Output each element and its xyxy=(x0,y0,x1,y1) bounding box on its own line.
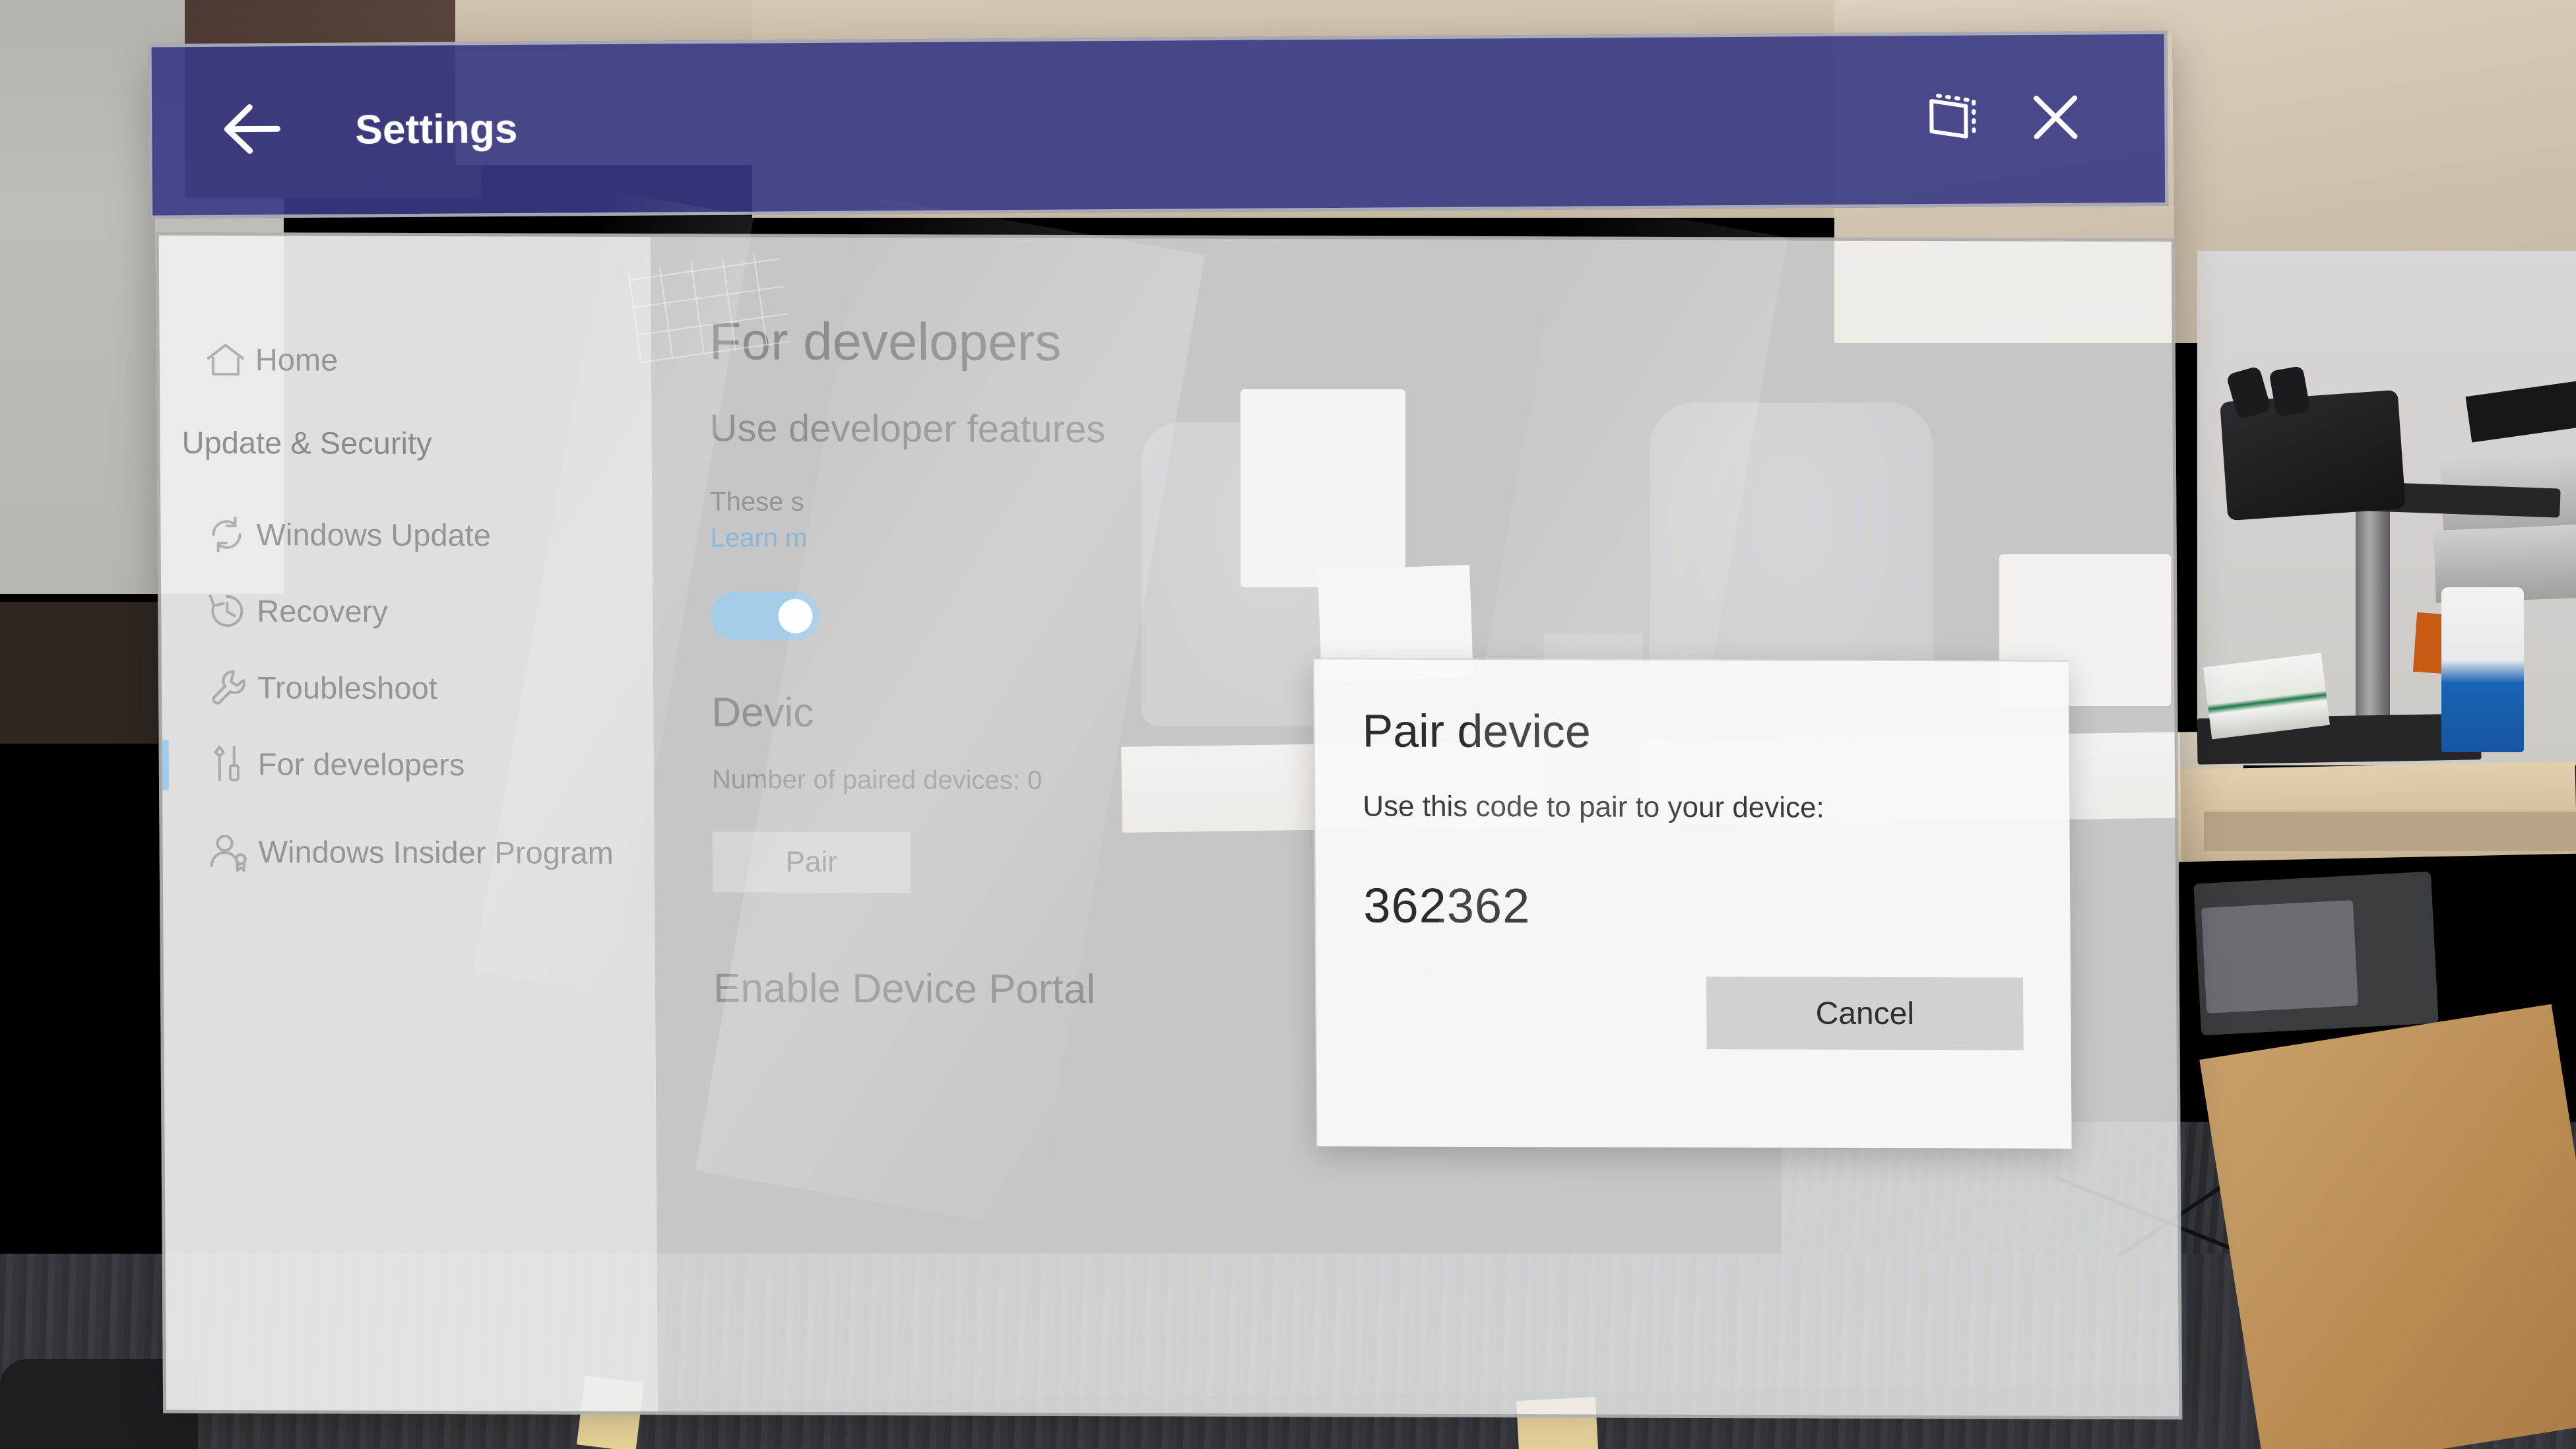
settings-body-panel: Home Update & Security Windows Update Re… xyxy=(155,232,2183,1420)
pair-device-dialog: Pair device Use this code to pair to you… xyxy=(1312,658,2072,1149)
settings-window: Settings Home Update & Security Windows … xyxy=(148,26,2183,1420)
page-title: For developers xyxy=(709,311,1062,372)
dialog-title: Pair device xyxy=(1362,705,1592,757)
pairing-code: 362362 xyxy=(1363,878,1531,934)
sidebar-item-for-developers[interactable]: For developers xyxy=(158,726,654,804)
sidebar-navigation: Home Update & Security Windows Update Re… xyxy=(158,235,659,1412)
toggle-knob xyxy=(778,598,813,633)
sync-icon xyxy=(197,513,256,556)
dialog-actions: Cancel xyxy=(1364,975,2024,1050)
learn-more-link[interactable]: Learn m xyxy=(710,523,2173,558)
main-content: For developers Use developer features Th… xyxy=(651,237,2179,1416)
wrench-icon xyxy=(198,666,257,709)
sidebar-item-label-recovery: Recovery xyxy=(257,593,389,629)
sidebar-item-label-windows-update: Windows Update xyxy=(256,516,492,552)
close-button[interactable] xyxy=(2006,88,2106,149)
background-spray-bottle xyxy=(2441,587,2524,752)
close-icon xyxy=(2027,89,2084,150)
sidebar-item-windows-update[interactable]: Windows Update xyxy=(160,496,653,574)
person-badge-icon xyxy=(199,831,258,873)
sidebar-item-label-troubleshoot: Troubleshoot xyxy=(257,669,437,705)
tools-icon xyxy=(199,743,258,785)
window-title: Settings xyxy=(355,106,518,153)
back-arrow-icon xyxy=(219,100,283,161)
developer-mode-toggle[interactable] xyxy=(711,591,821,641)
developer-features-description: These s xyxy=(710,487,804,517)
background-equipment-lower-front xyxy=(2201,900,2359,1014)
back-button[interactable] xyxy=(198,100,304,161)
sidebar-item-windows-insider-program[interactable]: Windows Insider Program xyxy=(162,802,655,903)
sidebar-group-heading: Update & Security xyxy=(181,424,432,461)
sidebar-item-label-windows-insider-program: Windows Insider Program xyxy=(258,833,614,870)
sidebar-selection-indicator xyxy=(158,740,170,790)
follow-me-button[interactable] xyxy=(1907,90,2007,149)
sidebar-item-label-for-developers: For developers xyxy=(257,746,465,782)
sidebar-item-troubleshoot[interactable]: Troubleshoot xyxy=(162,649,654,727)
home-icon xyxy=(196,340,255,379)
sidebar-item-label-home: Home xyxy=(255,341,338,377)
cancel-button[interactable]: Cancel xyxy=(1706,977,2024,1050)
follow-me-icon xyxy=(1926,90,1987,150)
sidebar-item-recovery[interactable]: Recovery xyxy=(161,573,653,651)
history-icon xyxy=(197,590,257,632)
background-dark-band-upper xyxy=(0,602,158,744)
background-cardboard-box xyxy=(2199,1004,2576,1449)
sidebar-item-home[interactable]: Home xyxy=(159,321,651,399)
section-heading-use-developer-features: Use developer features xyxy=(709,406,1106,451)
pair-button[interactable]: Pair xyxy=(712,831,911,893)
background-kimwipes-box xyxy=(2203,653,2331,740)
dialog-subtitle: Use this code to pair to your device: xyxy=(1363,790,1824,824)
title-bar-spacer xyxy=(518,120,1908,129)
title-bar: Settings xyxy=(148,30,2169,219)
background-lab-desk-edge xyxy=(2204,812,2576,851)
